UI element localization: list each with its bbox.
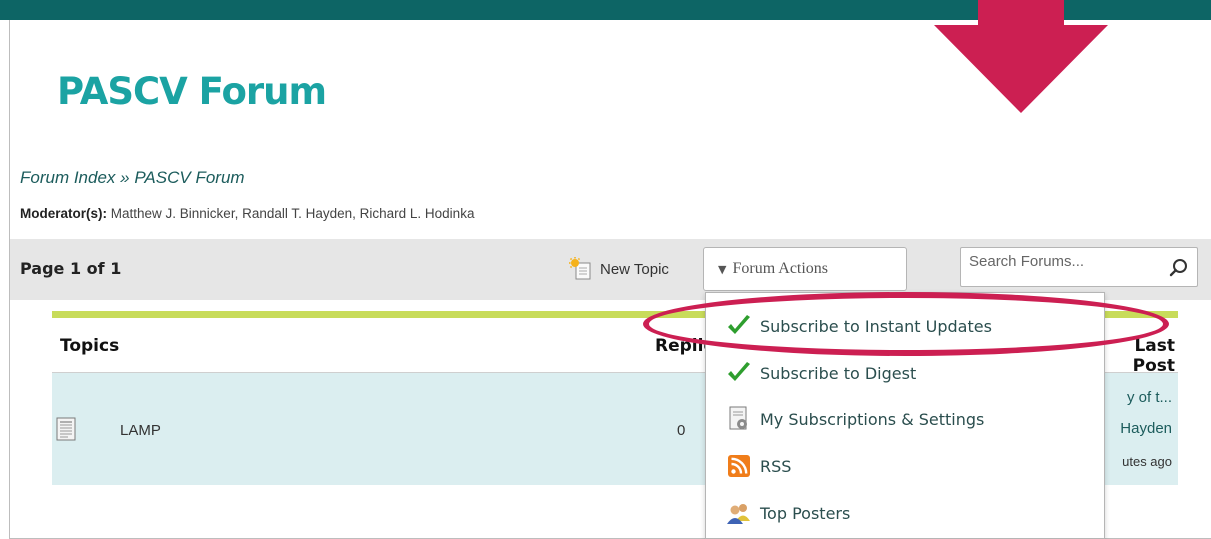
forum-title: PASCV Forum: [57, 70, 327, 113]
breadcrumb-separator: »: [115, 168, 135, 187]
menu-item-label: Subscribe to Digest: [760, 363, 917, 383]
moderators-list[interactable]: Matthew J. Binnicker, Randall T. Hayden,…: [111, 206, 475, 221]
top-bar: [0, 0, 1211, 20]
menu-item-label: Top Posters: [760, 503, 851, 523]
menu-item-label: Subscribe to Instant Updates: [760, 316, 992, 336]
breadcrumb-current[interactable]: PASCV Forum: [134, 168, 244, 187]
menu-item-my-subscriptions[interactable]: My Subscriptions & Settings: [706, 397, 1104, 441]
search-input[interactable]: [961, 248, 1161, 286]
moderators: Moderator(s): Matthew J. Binnicker, Rand…: [20, 206, 474, 221]
search-icon[interactable]: [1169, 258, 1189, 278]
search-box: [960, 247, 1198, 287]
rss-icon: [726, 453, 752, 479]
moderators-label: Moderator(s):: [20, 206, 107, 221]
caret-down-icon: ▼: [718, 262, 727, 276]
menu-item-top-posters[interactable]: Top Posters: [706, 491, 1104, 535]
column-header-last-post: Last Post: [1132, 336, 1175, 376]
forum-actions-label: Forum Actions: [732, 260, 829, 277]
new-topic-label: New Topic: [600, 260, 669, 278]
last-post-time: utes ago: [1122, 454, 1172, 469]
page-count: Page 1 of 1: [20, 259, 122, 278]
people-icon: [726, 500, 752, 526]
breadcrumb-forum-index[interactable]: Forum Index: [20, 168, 115, 187]
checkmark-icon: [726, 313, 752, 339]
menu-item-label: RSS: [760, 456, 792, 476]
breadcrumb: Forum Index » PASCV Forum: [20, 168, 245, 188]
menu-item-label: My Subscriptions & Settings: [760, 409, 985, 429]
document-icon: [56, 417, 76, 441]
topic-link-lamp[interactable]: LAMP: [120, 422, 161, 439]
forum-actions-menu: Subscribe to Instant Updates Subscribe t…: [705, 292, 1105, 539]
topic-replies-count: 0: [677, 422, 686, 439]
menu-item-rss[interactable]: RSS: [706, 444, 1104, 488]
settings-document-icon: [726, 406, 752, 432]
checkmark-icon: [726, 360, 752, 386]
last-post-title[interactable]: y of t...: [1100, 389, 1172, 406]
menu-item-subscribe-instant[interactable]: Subscribe to Instant Updates: [706, 304, 1104, 348]
new-topic-sun-icon: [569, 257, 591, 280]
menu-item-subscribe-digest[interactable]: Subscribe to Digest: [706, 351, 1104, 395]
new-topic-button[interactable]: New Topic: [568, 256, 669, 282]
column-header-topics: Topics: [60, 336, 120, 356]
forum-actions-dropdown[interactable]: ▼ Forum Actions: [703, 247, 907, 291]
last-post-author[interactable]: Hayden: [1100, 420, 1172, 437]
